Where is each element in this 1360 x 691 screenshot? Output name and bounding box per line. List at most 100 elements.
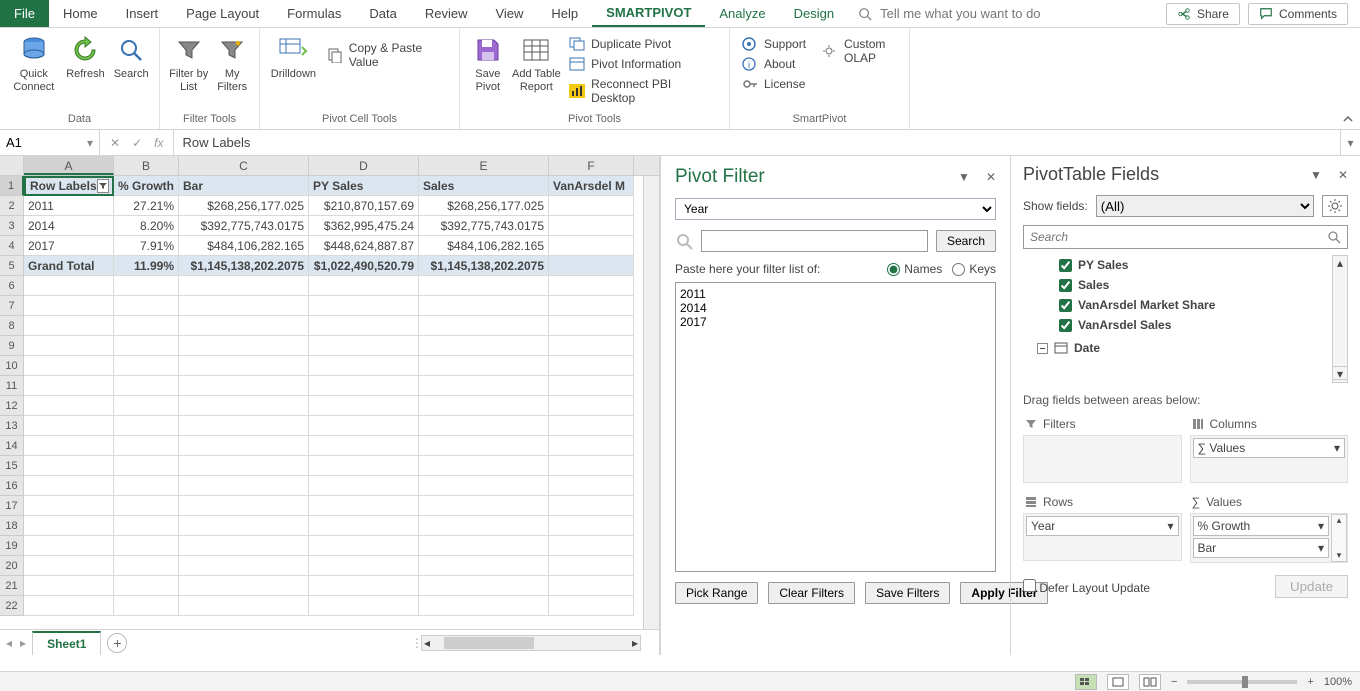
cell[interactable] (114, 416, 179, 436)
cell-c1[interactable]: Bar (179, 176, 309, 196)
add-sheet-button[interactable]: + (107, 633, 127, 653)
formula-input[interactable]: Row Labels (174, 135, 1340, 150)
col-header-a[interactable]: A (24, 156, 114, 175)
add-table-report-button[interactable]: Add Table Report (510, 32, 564, 96)
cell[interactable] (179, 456, 309, 476)
row-header-14[interactable]: 14 (0, 436, 24, 456)
row-header-9[interactable]: 9 (0, 336, 24, 356)
row-header-20[interactable]: 20 (0, 556, 24, 576)
fx-icon[interactable]: fx (154, 136, 163, 150)
scroll-right-icon[interactable]: ▸ (630, 636, 640, 650)
cell[interactable] (309, 596, 419, 616)
cell[interactable] (419, 576, 549, 596)
cell[interactable] (24, 356, 114, 376)
cell[interactable] (309, 536, 419, 556)
cell-c5[interactable]: $1,145,138,202.2075 (179, 256, 309, 276)
cell[interactable] (114, 516, 179, 536)
cell-f4[interactable] (549, 236, 634, 256)
reconnect-pbi-button[interactable]: Reconnect PBI Desktop (563, 74, 723, 108)
scrollbar-thumb[interactable] (444, 637, 534, 649)
row-header-11[interactable]: 11 (0, 376, 24, 396)
names-radio[interactable]: Names (887, 262, 942, 276)
field-py-sales[interactable]: PY Sales (1023, 255, 1348, 275)
field-sales[interactable]: Sales (1023, 275, 1348, 295)
row-header-19[interactable]: 19 (0, 536, 24, 556)
cell[interactable] (179, 416, 309, 436)
cell[interactable] (309, 556, 419, 576)
col-header-c[interactable]: C (179, 156, 309, 175)
show-fields-dropdown[interactable]: (All) (1096, 195, 1314, 217)
cell[interactable] (549, 356, 634, 376)
cell-a4[interactable]: 2017 (24, 236, 114, 256)
cell[interactable] (549, 596, 634, 616)
cell-c4[interactable]: $484,106,282.165 (179, 236, 309, 256)
values-scrollbar[interactable]: ▴▾ (1331, 514, 1347, 562)
save-filters-button[interactable]: Save Filters (865, 582, 950, 604)
field-date-table[interactable]: – Date (1023, 335, 1348, 358)
cell[interactable] (114, 496, 179, 516)
row-header-13[interactable]: 13 (0, 416, 24, 436)
cell-b5[interactable]: 11.99% (114, 256, 179, 276)
horizontal-scrollbar[interactable]: ◂ ▸ (421, 635, 641, 651)
tab-formulas[interactable]: Formulas (273, 0, 355, 27)
cell[interactable] (309, 436, 419, 456)
cell[interactable] (179, 596, 309, 616)
cell-c2[interactable]: $268,256,177.025 (179, 196, 309, 216)
zoom-knob[interactable] (1242, 676, 1248, 688)
cell[interactable] (549, 516, 634, 536)
fields-settings-button[interactable] (1322, 195, 1348, 217)
cell[interactable] (549, 436, 634, 456)
cell[interactable] (309, 456, 419, 476)
cell[interactable] (549, 396, 634, 416)
cell[interactable] (419, 476, 549, 496)
update-button[interactable]: Update (1275, 575, 1348, 598)
cell[interactable] (549, 276, 634, 296)
chevron-down-icon[interactable]: ▾ (1318, 541, 1324, 555)
cell[interactable] (24, 416, 114, 436)
collapse-icon[interactable]: – (1037, 343, 1048, 354)
refresh-button[interactable]: Refresh (62, 32, 110, 83)
tab-home[interactable]: Home (49, 0, 112, 27)
normal-view-button[interactable] (1075, 674, 1097, 690)
cell[interactable] (309, 316, 419, 336)
filter-dropdown-icon[interactable] (97, 179, 109, 193)
row-header-22[interactable]: 22 (0, 596, 24, 616)
cell[interactable] (309, 476, 419, 496)
cell[interactable] (549, 336, 634, 356)
cell[interactable] (24, 536, 114, 556)
defer-layout-checkbox[interactable]: Defer Layout Update (1023, 579, 1150, 595)
cell[interactable] (179, 396, 309, 416)
columns-area[interactable]: ∑ Values▾ (1190, 435, 1349, 483)
close-pane-icon[interactable]: ✕ (986, 170, 996, 184)
tab-view[interactable]: View (481, 0, 537, 27)
row-header-7[interactable]: 7 (0, 296, 24, 316)
fields-search-input[interactable] (1030, 230, 1327, 244)
cell-b2[interactable]: 27.21% (114, 196, 179, 216)
row-header-1[interactable]: 1 (0, 176, 24, 196)
cell[interactable] (419, 436, 549, 456)
tab-help[interactable]: Help (537, 0, 592, 27)
cell[interactable] (114, 296, 179, 316)
ribbon-search-button[interactable]: Search (109, 32, 153, 83)
cell[interactable] (179, 536, 309, 556)
select-all-cell[interactable] (0, 156, 24, 175)
tab-design[interactable]: Design (780, 0, 848, 27)
cell[interactable] (419, 536, 549, 556)
row-header-17[interactable]: 17 (0, 496, 24, 516)
cell-d1[interactable]: PY Sales (309, 176, 419, 196)
cell[interactable] (309, 496, 419, 516)
chevron-down-icon[interactable]: ▾ (87, 136, 93, 150)
cell-a2[interactable]: 2011 (24, 196, 114, 216)
cell[interactable] (179, 436, 309, 456)
tab-file[interactable]: File (0, 0, 49, 27)
save-pivot-button[interactable]: Save Pivot (466, 32, 510, 96)
chip-year[interactable]: Year▾ (1026, 516, 1179, 536)
cell[interactable] (419, 416, 549, 436)
zoom-level[interactable]: 100% (1324, 676, 1352, 688)
chevron-down-icon[interactable]: ▾ (1167, 519, 1173, 533)
page-layout-view-button[interactable] (1107, 674, 1129, 690)
cell[interactable] (114, 596, 179, 616)
enter-formula-icon[interactable]: ✓ (132, 136, 142, 150)
col-header-f[interactable]: F (549, 156, 634, 175)
cell[interactable] (24, 296, 114, 316)
